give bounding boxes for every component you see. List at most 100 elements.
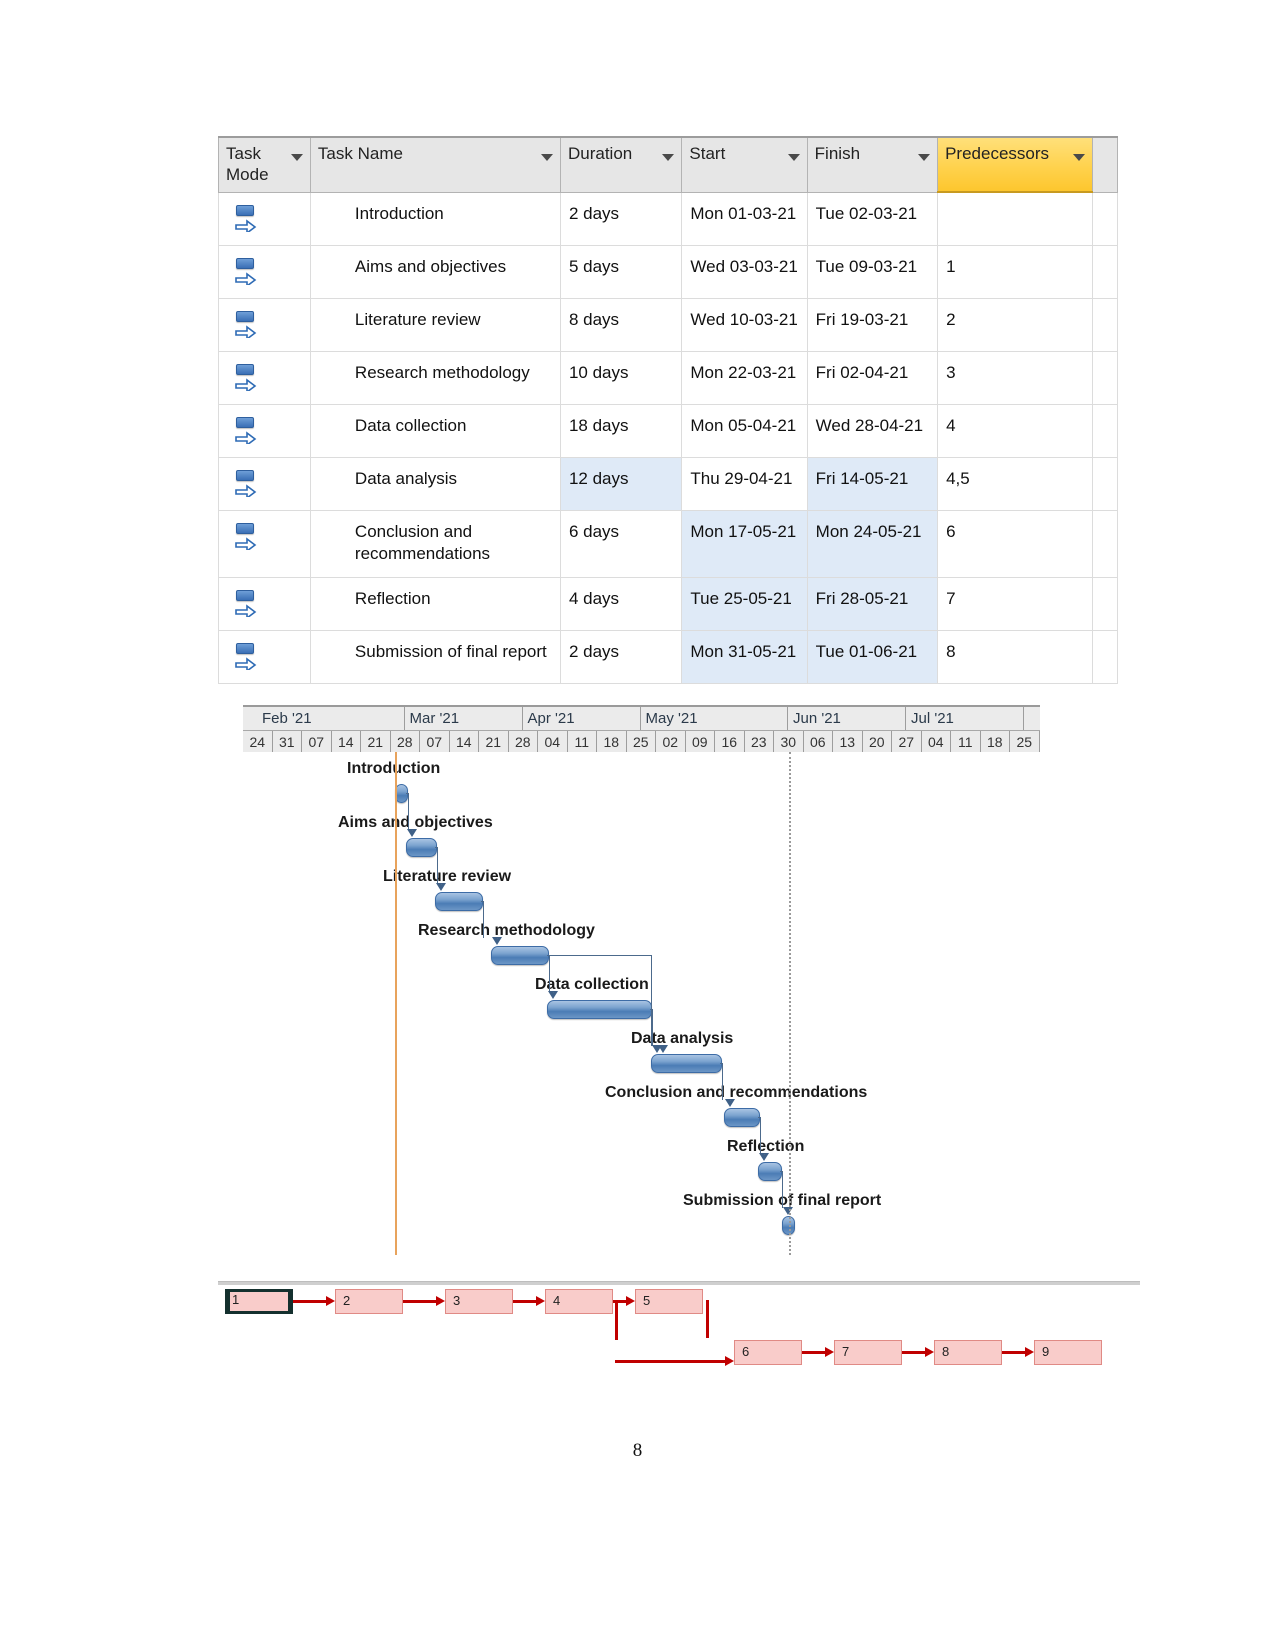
predecessors-cell[interactable]: 6 bbox=[937, 509, 1094, 578]
start-cell[interactable]: Mon 22-03-21 bbox=[681, 350, 808, 405]
gantt-bar[interactable] bbox=[435, 892, 483, 911]
column-header-start[interactable]: Start bbox=[681, 136, 808, 193]
finish-cell[interactable]: Tue 02-03-21 bbox=[806, 191, 939, 246]
column-header-finish[interactable]: Finish bbox=[806, 136, 939, 193]
duration-cell[interactable]: 2 days bbox=[559, 629, 683, 684]
network-node[interactable]: 4 bbox=[545, 1289, 613, 1314]
start-cell[interactable]: Thu 29-04-21 bbox=[681, 456, 808, 511]
predecessors-cell[interactable]: 2 bbox=[937, 297, 1094, 352]
column-header-task-mode[interactable]: Task Mode bbox=[218, 136, 311, 193]
task-name-cell[interactable]: Data collection bbox=[309, 403, 561, 458]
duration-cell[interactable]: 12 days bbox=[559, 456, 683, 511]
gantt-bar[interactable] bbox=[651, 1054, 722, 1073]
table-row[interactable]: Conclusion and recommendations 6 days Mon … bbox=[218, 509, 1118, 578]
task-name-cell[interactable]: Data analysis bbox=[309, 456, 561, 511]
start-cell[interactable]: Mon 01-03-21 bbox=[681, 191, 808, 246]
duration-cell[interactable]: 8 days bbox=[559, 297, 683, 352]
predecessors-cell[interactable]: 4 bbox=[937, 403, 1094, 458]
start-cell[interactable]: Mon 17-05-21 bbox=[681, 509, 808, 578]
task-name-cell[interactable]: Conclusion and recommendations bbox=[309, 509, 561, 578]
start-cell[interactable]: Wed 03-03-21 bbox=[681, 244, 808, 299]
network-node[interactable]: 5 bbox=[635, 1289, 703, 1314]
network-node[interactable]: 3 bbox=[445, 1289, 513, 1314]
duration-cell[interactable]: 2 days bbox=[559, 191, 683, 246]
network-node[interactable]: 8 bbox=[934, 1340, 1002, 1365]
table-row[interactable]: Submission of final report 2 days Mon 31-0… bbox=[218, 629, 1118, 684]
network-node[interactable]: 6 bbox=[734, 1340, 802, 1365]
predecessors-cell[interactable] bbox=[937, 191, 1094, 246]
network-node[interactable]: 7 bbox=[834, 1340, 902, 1365]
network-node[interactable]: 2 bbox=[335, 1289, 403, 1314]
predecessors-cell[interactable]: 7 bbox=[937, 576, 1094, 631]
task-name-cell[interactable]: Aims and objectives bbox=[309, 244, 561, 299]
finish-cell[interactable]: Fri 02-04-21 bbox=[806, 350, 939, 405]
gantt-bar[interactable] bbox=[547, 1000, 652, 1019]
task-mode-cell[interactable] bbox=[218, 350, 311, 405]
column-header-task-name[interactable]: Task Name bbox=[309, 136, 561, 193]
dependency-link bbox=[764, 1154, 765, 1155]
gantt-bar[interactable] bbox=[491, 946, 549, 965]
table-row[interactable]: Data analysis 12 days Thu 29-04-21 Fri 14-0… bbox=[218, 456, 1118, 511]
table-row[interactable]: Aims and objectives 5 days Wed 03-03-21 Tue… bbox=[218, 244, 1118, 299]
task-mode-cell[interactable] bbox=[218, 297, 311, 352]
task-mode-cell[interactable] bbox=[218, 456, 311, 511]
predecessors-cell[interactable]: 1 bbox=[937, 244, 1094, 299]
gantt-bar[interactable] bbox=[406, 838, 437, 857]
task-name-cell[interactable]: Introduction bbox=[309, 191, 561, 246]
task-table[interactable]: Task Mode Task Name Duration Start Finis… bbox=[218, 136, 1118, 684]
finish-cell[interactable]: Fri 28-05-21 bbox=[806, 576, 939, 631]
finish-cell[interactable]: Tue 01-06-21 bbox=[806, 629, 939, 684]
start-cell[interactable]: Wed 10-03-21 bbox=[681, 297, 808, 352]
task-name-cell[interactable]: Submission of final report bbox=[309, 629, 561, 684]
network-diagram[interactable]: 1 2 3 45 6 7 8 9 bbox=[218, 1283, 1140, 1378]
finish-cell[interactable]: Mon 24-05-21 bbox=[806, 509, 939, 578]
task-name-cell[interactable]: Reflection bbox=[309, 576, 561, 631]
duration-cell[interactable]: 18 days bbox=[559, 403, 683, 458]
chevron-down-icon[interactable] bbox=[540, 154, 553, 161]
task-name-cell[interactable]: Literature review bbox=[309, 297, 561, 352]
dependency-link bbox=[730, 1100, 731, 1101]
start-cell[interactable]: Tue 25-05-21 bbox=[681, 576, 808, 631]
finish-cell[interactable]: Fri 14-05-21 bbox=[806, 456, 939, 511]
gantt-bar[interactable] bbox=[724, 1108, 760, 1127]
chevron-down-icon[interactable] bbox=[662, 154, 675, 161]
start-cell[interactable]: Mon 05-04-21 bbox=[681, 403, 808, 458]
duration-cell[interactable]: 10 days bbox=[559, 350, 683, 405]
table-row[interactable]: Literature review 8 days Wed 10-03-21 Fri 1… bbox=[218, 297, 1118, 352]
column-header-duration[interactable]: Duration bbox=[559, 136, 683, 193]
chevron-down-icon[interactable] bbox=[1073, 154, 1086, 161]
finish-label: Finish bbox=[814, 144, 861, 163]
table-row[interactable]: Reflection 4 days Tue 25-05-21 Fri 28-05-21… bbox=[218, 576, 1118, 631]
gantt-bars-area[interactable]: Introduction Aims and objectives Literatur… bbox=[243, 752, 1040, 1255]
predecessors-cell[interactable]: 8 bbox=[937, 629, 1094, 684]
task-mode-cell[interactable] bbox=[218, 576, 311, 631]
table-row[interactable]: Introduction 2 days Mon 01-03-21 Tue 02-03-… bbox=[218, 191, 1118, 246]
task-name-cell[interactable]: Research methodology bbox=[309, 350, 561, 405]
duration-cell[interactable]: 4 days bbox=[559, 576, 683, 631]
task-mode-cell[interactable] bbox=[218, 403, 311, 458]
predecessors-cell[interactable]: 4,5 bbox=[937, 456, 1094, 511]
timescale-week-cell: 30 bbox=[774, 731, 804, 754]
task-mode-cell[interactable] bbox=[218, 509, 311, 578]
gantt-bar[interactable] bbox=[758, 1162, 782, 1181]
gantt-chart[interactable]: Feb '21 Mar '21 Apr '21 May '21 Jun '21 Jul '… bbox=[243, 705, 1040, 1255]
finish-cell[interactable]: Wed 28-04-21 bbox=[806, 403, 939, 458]
timescale-month-cell: Feb '21 bbox=[257, 707, 405, 730]
task-mode-cell[interactable] bbox=[218, 244, 311, 299]
start-cell[interactable]: Mon 31-05-21 bbox=[681, 629, 808, 684]
finish-cell[interactable]: Fri 19-03-21 bbox=[806, 297, 939, 352]
column-header-predecessors[interactable]: Predecessors bbox=[937, 136, 1094, 193]
network-node[interactable]: 9 bbox=[1034, 1340, 1102, 1365]
task-mode-cell[interactable] bbox=[218, 191, 311, 246]
duration-cell[interactable]: 6 days bbox=[559, 509, 683, 578]
finish-cell[interactable]: Tue 09-03-21 bbox=[806, 244, 939, 299]
table-row[interactable]: Data collection 18 days Mon 05-04-21 Wed 28… bbox=[218, 403, 1118, 458]
chevron-down-icon[interactable] bbox=[290, 154, 303, 161]
predecessors-cell[interactable]: 3 bbox=[937, 350, 1094, 405]
duration-cell[interactable]: 5 days bbox=[559, 244, 683, 299]
task-mode-cell[interactable] bbox=[218, 629, 311, 684]
chevron-down-icon[interactable] bbox=[918, 154, 931, 161]
table-row[interactable]: Research methodology 10 days Mon 22-03-21 F… bbox=[218, 350, 1118, 405]
network-node[interactable]: 1 bbox=[225, 1289, 293, 1314]
chevron-down-icon[interactable] bbox=[787, 154, 800, 161]
